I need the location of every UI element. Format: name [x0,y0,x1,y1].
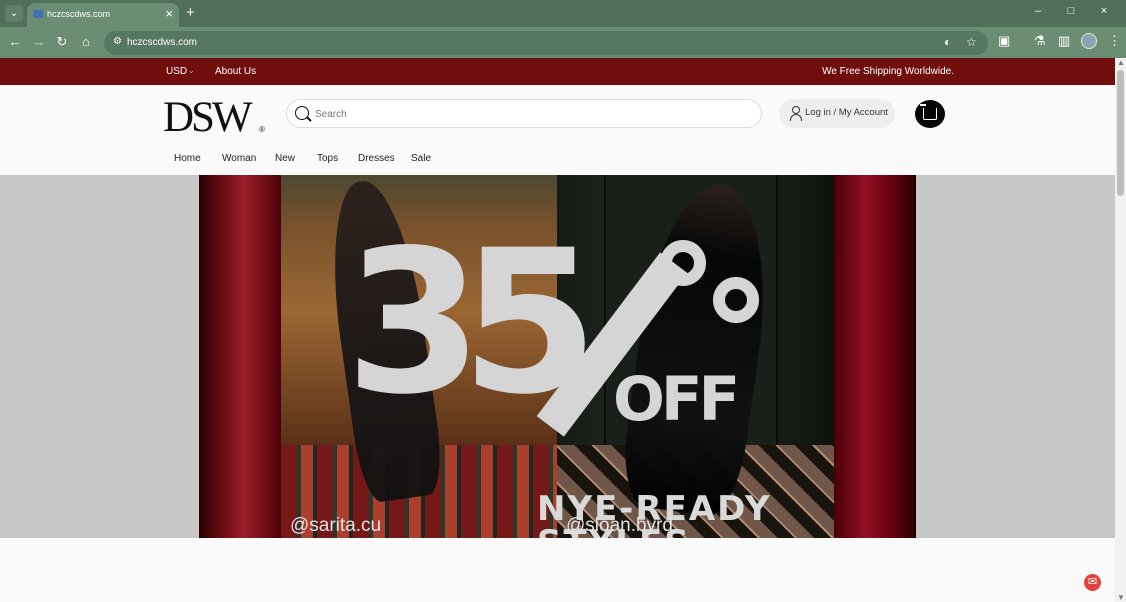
reload-icon[interactable]: ↻ [53,34,71,50]
currency-selector[interactable]: USD [166,66,187,77]
cart-icon [920,104,937,120]
tab-menu-icon[interactable]: ⌄ [5,5,23,22]
browser-tab-strip: ⌄ hczcscdws.com × + – □ × [0,0,1126,27]
shipping-banner: USD ⌄ About Us We Free Shipping Worldwid… [0,58,1115,85]
site-header: DSW ® Log in / My Account Home Woman New… [0,85,1115,175]
nav-home[interactable]: Home [174,153,201,164]
floating-help-icon[interactable]: ✉ [1084,574,1101,591]
left-social-credit: @sarita.cu [290,515,382,536]
browser-toolbar: ← → ↻ ⌂ ⚙ hczcscdws.com ◐ ☆ ▣ ⚗ ▥ ⋮ [0,27,1126,58]
window-controls: – □ × [1023,5,1119,17]
user-icon [790,106,802,121]
cart-button[interactable] [915,100,945,128]
minimize-button[interactable]: – [1023,5,1053,17]
holiday-promo-banner[interactable]: 35 OFF NYE-READY STYLES @sarita.cu @sloa… [199,175,916,538]
chevron-down-icon[interactable]: ⌄ [188,66,195,75]
search-box[interactable] [286,99,762,128]
address-bar[interactable]: ⚙ hczcscdws.com ◐ ☆ [104,31,988,55]
search-input[interactable] [315,105,735,123]
forward-icon[interactable]: → [30,34,48,49]
logo-text: DSW [163,94,253,141]
close-window-button[interactable]: × [1089,5,1119,17]
favicon [33,10,43,18]
labs-icon[interactable]: ⚗ [1034,33,1046,49]
url-text[interactable]: hczcscdws.com [127,37,197,48]
percent-circle-bottom [713,277,759,323]
site-info-icon[interactable]: ⚙ [111,36,124,49]
scroll-thumb[interactable] [1117,70,1124,196]
nav-new[interactable]: New [275,153,295,164]
account-label: Log in / My Account [805,107,888,118]
bookmark-star-icon[interactable]: ☆ [966,35,977,49]
restore-button[interactable]: □ [1056,5,1086,17]
more-menu-icon[interactable]: ⋮ [1108,33,1121,49]
discount-number: 35 [345,207,599,438]
tab-title: hczcscdws.com [47,9,111,19]
nav-tops[interactable]: Tops [317,153,338,164]
about-us-link[interactable]: About Us [215,66,256,77]
nav-dresses[interactable]: Dresses [358,153,395,164]
scroll-up-icon[interactable]: ▲ [1117,58,1125,67]
discount-graphic: 35 OFF NYE-READY STYLES [345,207,772,539]
right-curtain [834,175,916,538]
back-icon[interactable]: ← [6,34,24,49]
nav-sale[interactable]: Sale [411,153,431,164]
home-icon[interactable]: ⌂ [77,34,95,49]
visibility-off-icon[interactable]: ◐ [944,35,951,49]
left-curtain [199,175,281,538]
search-icon[interactable] [295,106,309,120]
scroll-down-icon[interactable]: ▼ [1117,593,1125,602]
off-label: OFF [613,364,740,435]
account-button[interactable]: Log in / My Account [779,99,895,128]
percent-circle-top [660,240,706,286]
browser-tab[interactable]: hczcscdws.com × [27,3,179,27]
dsw-logo[interactable]: DSW ® [163,93,265,141]
extensions-icon[interactable]: ▣ [998,33,1010,49]
registered-mark: ® [259,125,265,134]
page-content-area [0,538,1115,602]
vertical-scrollbar[interactable]: ▲ ▼ [1115,58,1126,602]
sidebar-icon[interactable]: ▥ [1058,33,1070,49]
right-social-credit: @sloan.byrd [566,515,673,536]
nav-woman[interactable]: Woman [222,153,256,164]
new-tab-button[interactable]: + [186,4,195,21]
tab-close-icon[interactable]: × [165,6,173,21]
free-shipping-message: We Free Shipping Worldwide. [822,66,954,77]
profile-avatar[interactable] [1081,33,1097,49]
